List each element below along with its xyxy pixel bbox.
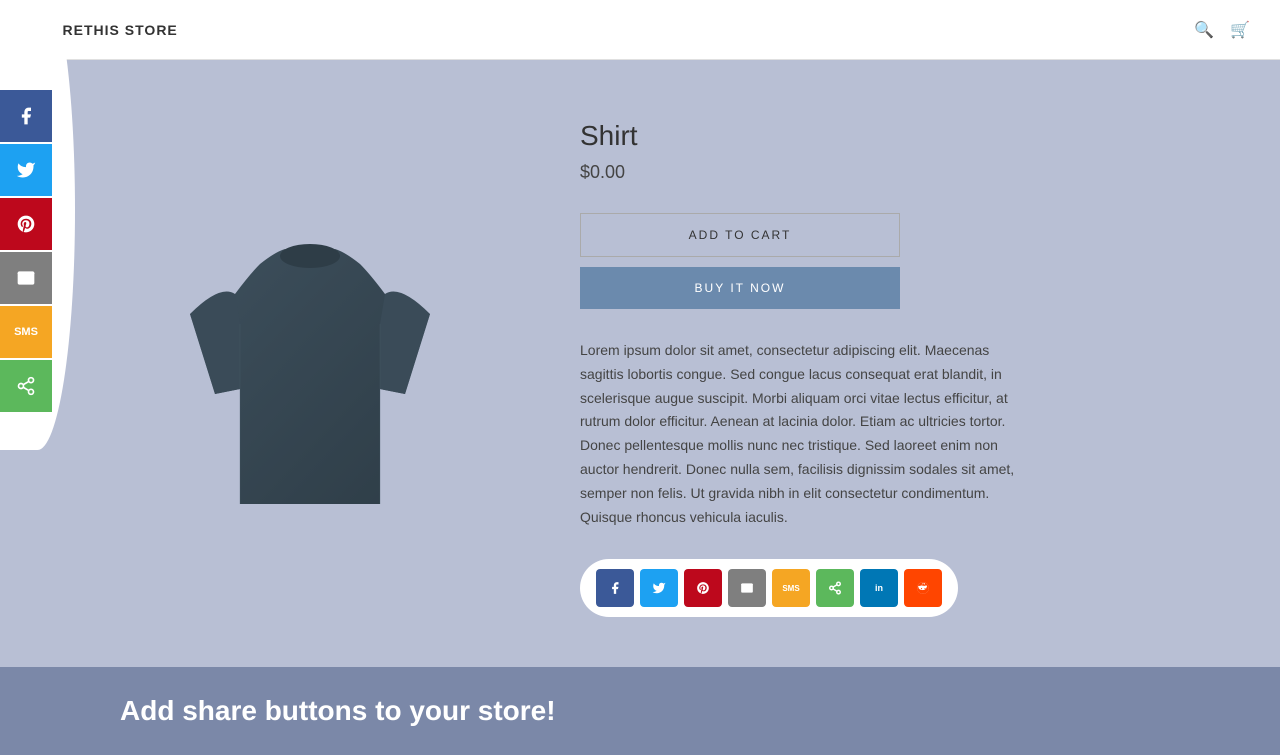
product-price: $0.00: [580, 162, 1180, 183]
share-icon: [16, 376, 36, 396]
main-content: Shirt $0.00 ADD TO CART BUY IT NOW Lorem…: [0, 60, 1280, 667]
facebook-icon: [16, 106, 36, 126]
product-image-area: [120, 110, 500, 617]
share-linkedin-button[interactable]: in: [860, 569, 898, 607]
product-info: Shirt $0.00 ADD TO CART BUY IT NOW Lorem…: [580, 110, 1180, 617]
share-reddit-button[interactable]: [904, 569, 942, 607]
share-sharethis-button[interactable]: [816, 569, 854, 607]
add-to-cart-button[interactable]: ADD TO CART: [580, 213, 900, 257]
cart-icon[interactable]: [1230, 19, 1250, 40]
share-email-button[interactable]: [728, 569, 766, 607]
sidebar-twitter-button[interactable]: [0, 144, 52, 196]
search-icon[interactable]: [1194, 19, 1214, 40]
header-actions: [1194, 19, 1250, 40]
email-icon: [16, 268, 36, 288]
share-buttons-row: SMS in: [580, 559, 958, 617]
sidebar-facebook-button[interactable]: [0, 90, 52, 142]
twitter-icon: [16, 160, 36, 180]
product-title: Shirt: [580, 120, 1180, 152]
pinterest-icon: [16, 214, 36, 234]
buy-now-button[interactable]: BUY IT NOW: [580, 267, 900, 309]
share-facebook-button[interactable]: [596, 569, 634, 607]
share-pinterest-button[interactable]: [684, 569, 722, 607]
sidebar-email-button[interactable]: [0, 252, 52, 304]
share-twitter-button[interactable]: [640, 569, 678, 607]
shirt-container: [150, 154, 470, 574]
share-sms-button[interactable]: SMS: [772, 569, 810, 607]
header: SHARETHIS STORE: [0, 0, 1280, 60]
sidebar-sms-button[interactable]: SMS: [0, 306, 52, 358]
shirt-image: [160, 174, 460, 554]
sidebar-pinterest-button[interactable]: [0, 198, 52, 250]
sidebar-share-button[interactable]: [0, 360, 52, 412]
product-description: Lorem ipsum dolor sit amet, consectetur …: [580, 339, 1020, 529]
bottom-banner: Add share buttons to your store!: [0, 667, 1280, 755]
banner-text: Add share buttons to your store!: [120, 695, 1160, 727]
social-sidebar: SMS: [0, 90, 52, 414]
